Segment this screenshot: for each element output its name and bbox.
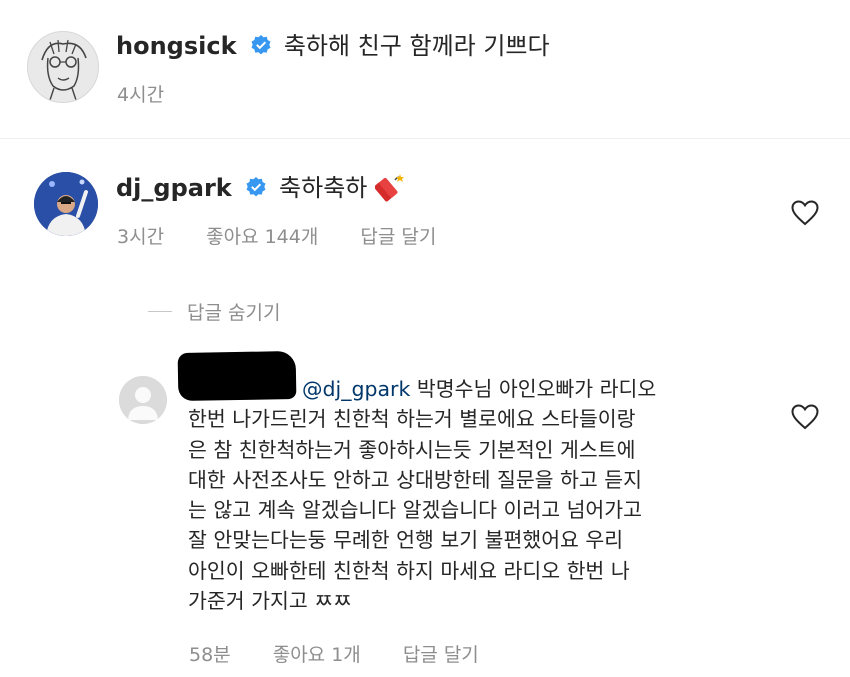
comment-dj-gpark: dj_gpark 축하축하 3시간 좋아요 144개 답글 달기 (0, 150, 850, 270)
comment-text-hongsick: 축하해 친구 함께라 기쁘다 (283, 32, 550, 60)
reply-button-reply[interactable]: 답글 달기 (403, 644, 479, 666)
avatar-hongsick[interactable] (27, 31, 99, 103)
performer-photo-icon (34, 172, 98, 236)
username-hongsick[interactable]: hongsick (116, 32, 237, 60)
username-dj-gpark[interactable]: dj_gpark (116, 174, 232, 202)
replies-line (148, 310, 172, 312)
comment-text-dj-gpark: 축하축하 (279, 174, 368, 202)
timestamp-dj-gpark: 3시간 (117, 226, 165, 248)
divider (0, 138, 850, 139)
likes-count-reply[interactable]: 좋아요 1개 (273, 644, 361, 666)
doodle-face-icon (41, 39, 87, 101)
avatar-default[interactable] (119, 376, 167, 424)
likes-count-dj-gpark[interactable]: 좋아요 144개 (206, 226, 318, 248)
firecracker-icon (374, 174, 405, 202)
reply-comment: @dj_gpark 박명수님 아인오빠가 라디오 한번 나가드린거 친한척 하는… (0, 340, 850, 677)
mention-link[interactable]: @dj_gpark (302, 377, 410, 401)
timestamp-hongsick: 4시간 (117, 84, 165, 106)
avatar-dj-gpark[interactable] (34, 172, 98, 236)
hide-replies-toggle[interactable]: 답글 숨기기 (148, 297, 280, 325)
timestamp-reply: 58분 (189, 644, 231, 666)
default-user-icon (119, 376, 167, 424)
comment-hongsick: hongsick 축하해 친구 함께라 기쁘다 4시간 (0, 0, 850, 130)
verified-badge-icon (246, 177, 266, 197)
reply-text: @dj_gpark 박명수님 아인오빠가 라디오 한번 나가드린거 친한척 하는… (188, 377, 657, 614)
verified-badge-icon (251, 35, 271, 55)
hide-replies-label: 답글 숨기기 (187, 301, 281, 324)
heart-icon[interactable] (791, 200, 819, 226)
reply-button-dj-gpark[interactable]: 답글 달기 (360, 226, 436, 248)
heart-icon[interactable] (791, 404, 819, 430)
